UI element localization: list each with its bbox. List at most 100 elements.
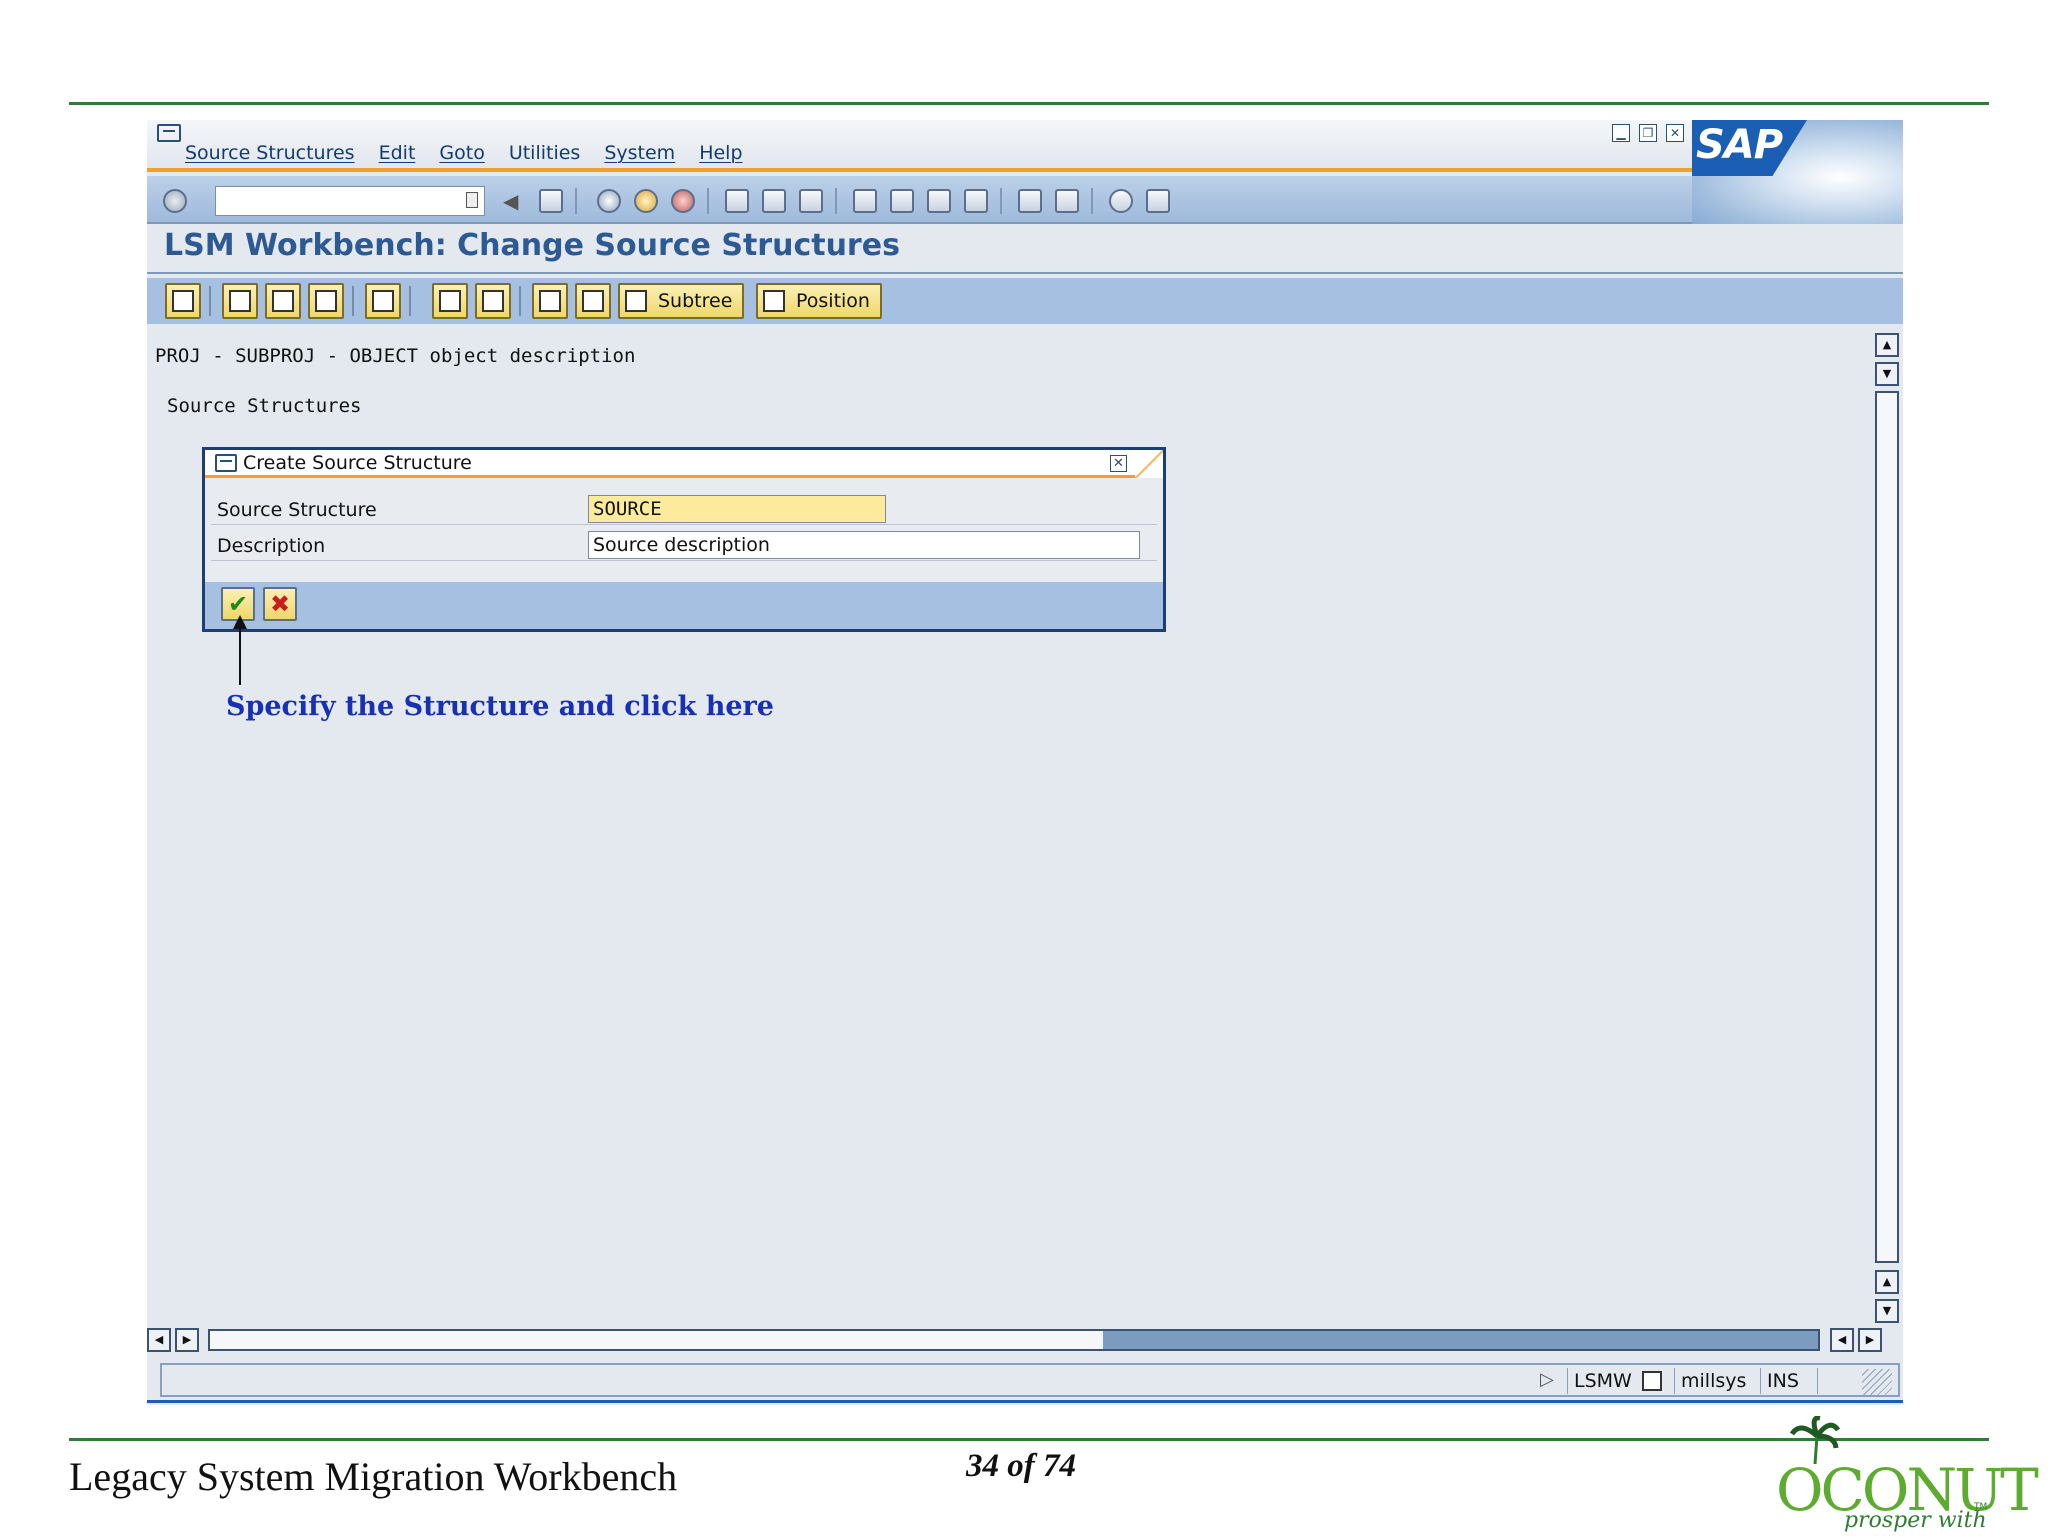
bottom-rule [69, 1438, 1989, 1441]
coconut-logo: OCONUT TM prosper with us [1776, 1416, 2039, 1536]
menu-items: Source Structures Edit Goto Utilities Sy… [185, 142, 743, 164]
menu-source-structures[interactable]: Source Structures [185, 142, 355, 164]
annotation-text: Specify the Structure and click here [226, 691, 774, 722]
expand-icon [539, 290, 561, 312]
status-transaction: LSMW [1567, 1368, 1638, 1394]
dialog-corner [1135, 450, 1163, 478]
toolbar-separator [209, 286, 211, 316]
toolbar-separator [409, 286, 411, 316]
blank-page-icon [229, 290, 251, 312]
help-icon[interactable] [1109, 189, 1133, 213]
cancel-x-button[interactable]: ✖ [263, 587, 297, 621]
hierarchy-button[interactable] [475, 283, 511, 319]
collapse-button[interactable] [575, 283, 611, 319]
description-input[interactable]: Source description [588, 531, 1140, 559]
subtree-icon [625, 290, 647, 312]
dialog-window-icon [215, 454, 237, 472]
scroll-right-step-arrow-icon[interactable]: ◀ [1830, 1328, 1854, 1352]
shortcut-icon[interactable] [1055, 189, 1079, 213]
status-empty [1817, 1368, 1857, 1394]
menu-system[interactable]: System [604, 142, 675, 164]
dialog-title-bar: Create Source Structure ✕ [205, 450, 1163, 478]
save-icon[interactable] [539, 189, 563, 213]
status-system: millsys [1674, 1368, 1752, 1394]
scroll-right-arrow-icon[interactable]: ▶ [1858, 1328, 1882, 1352]
exit-icon[interactable] [634, 189, 658, 213]
window-bottom-border [147, 1400, 1903, 1403]
enter-icon[interactable] [163, 189, 187, 213]
display-change-button[interactable] [165, 283, 201, 319]
scroll-down-step-arrow-icon[interactable]: ▼ [1875, 362, 1899, 386]
next-page-icon[interactable] [927, 189, 951, 213]
scroll-up-step-arrow-icon[interactable]: ▲ [1875, 1270, 1899, 1294]
cancel-icon[interactable] [671, 189, 695, 213]
status-expand-icon[interactable]: ▷ [1540, 1369, 1554, 1390]
footer-title: Legacy System Migration Workbench [69, 1454, 678, 1499]
application-toolbar: Subtree Position [147, 278, 1903, 324]
minimize-icon[interactable]: ▁ [1612, 124, 1630, 142]
page-number: 34 of 74 [966, 1448, 1076, 1484]
last-page-icon[interactable] [964, 189, 988, 213]
first-page-icon[interactable] [853, 189, 877, 213]
close-window-icon[interactable]: ✕ [1666, 124, 1684, 142]
expand-button[interactable] [532, 283, 568, 319]
delete-button[interactable] [308, 283, 344, 319]
select-cursor-icon [439, 290, 461, 312]
vertical-scrollbar[interactable]: ▲ ▼ ▲ ▼ [1875, 333, 1901, 1323]
horizontal-scroll-thumb[interactable] [1103, 1331, 1818, 1349]
scroll-up-arrow-icon[interactable]: ▲ [1875, 333, 1899, 357]
menu-goto[interactable]: Goto [439, 142, 484, 164]
vertical-scroll-track[interactable] [1875, 391, 1899, 1263]
hierarchy-icon [482, 290, 504, 312]
find-next-icon[interactable] [799, 189, 823, 213]
page-title: LSM Workbench: Change Source Structures [164, 228, 900, 263]
toolbar-separator [575, 188, 577, 214]
subtree-button[interactable]: Subtree [618, 283, 745, 319]
source-structure-row: Source Structure SOURCE [211, 493, 1157, 525]
system-menu-icon[interactable] [157, 124, 181, 142]
collapse-icon [582, 290, 604, 312]
command-field[interactable] [215, 186, 485, 216]
find-icon[interactable] [762, 189, 786, 213]
toolbar-separator [835, 188, 837, 214]
scroll-left-step-arrow-icon[interactable]: ▶ [175, 1328, 199, 1352]
coconut-logo-tagline: prosper with us [1844, 1508, 1987, 1536]
standard-toolbar: ◀ [147, 176, 1692, 224]
horizontal-scrollbar[interactable]: ◀ ▶ ◀ ▶ [147, 1328, 1887, 1354]
sap-logo-text: SAP [1696, 122, 1783, 168]
close-icon[interactable]: ✕ [1110, 455, 1127, 472]
menu-utilities[interactable]: Utilities [509, 142, 581, 164]
create-button[interactable] [222, 283, 258, 319]
trash-icon [315, 290, 337, 312]
pencil-glasses-icon [172, 290, 194, 312]
edit-button[interactable] [365, 283, 401, 319]
print-icon[interactable] [725, 189, 749, 213]
source-structure-input[interactable]: SOURCE [588, 495, 886, 523]
command-history-icon[interactable] [466, 192, 478, 208]
annotation-arrow [233, 615, 247, 685]
new-session-icon[interactable] [1018, 189, 1042, 213]
change-button[interactable] [265, 283, 301, 319]
back-arrow-icon[interactable]: ◀ [503, 189, 527, 213]
scroll-down-arrow-icon[interactable]: ▼ [1875, 1299, 1899, 1323]
maximize-icon[interactable]: ❐ [1639, 124, 1657, 142]
description-label: Description [217, 535, 326, 557]
sap-logo: SAP [1692, 120, 1903, 224]
menu-help[interactable]: Help [699, 142, 742, 164]
scroll-left-arrow-icon[interactable]: ◀ [147, 1328, 171, 1352]
toolbar-separator [519, 286, 521, 316]
select-button[interactable] [432, 283, 468, 319]
position-label: Position [796, 290, 870, 312]
position-button[interactable]: Position [756, 283, 882, 319]
toolbar-separator [352, 286, 354, 316]
status-list-icon[interactable] [1642, 1371, 1662, 1391]
source-structure-label: Source Structure [217, 499, 377, 521]
back-icon[interactable] [597, 189, 621, 213]
top-rule [69, 102, 1989, 105]
previous-page-icon[interactable] [890, 189, 914, 213]
layout-menu-icon[interactable] [1146, 189, 1170, 213]
resize-grip-icon[interactable] [1862, 1369, 1892, 1395]
menu-edit[interactable]: Edit [379, 142, 416, 164]
dialog-footer: ✔ ✖ [205, 582, 1163, 629]
horizontal-scroll-track[interactable] [208, 1329, 1820, 1351]
